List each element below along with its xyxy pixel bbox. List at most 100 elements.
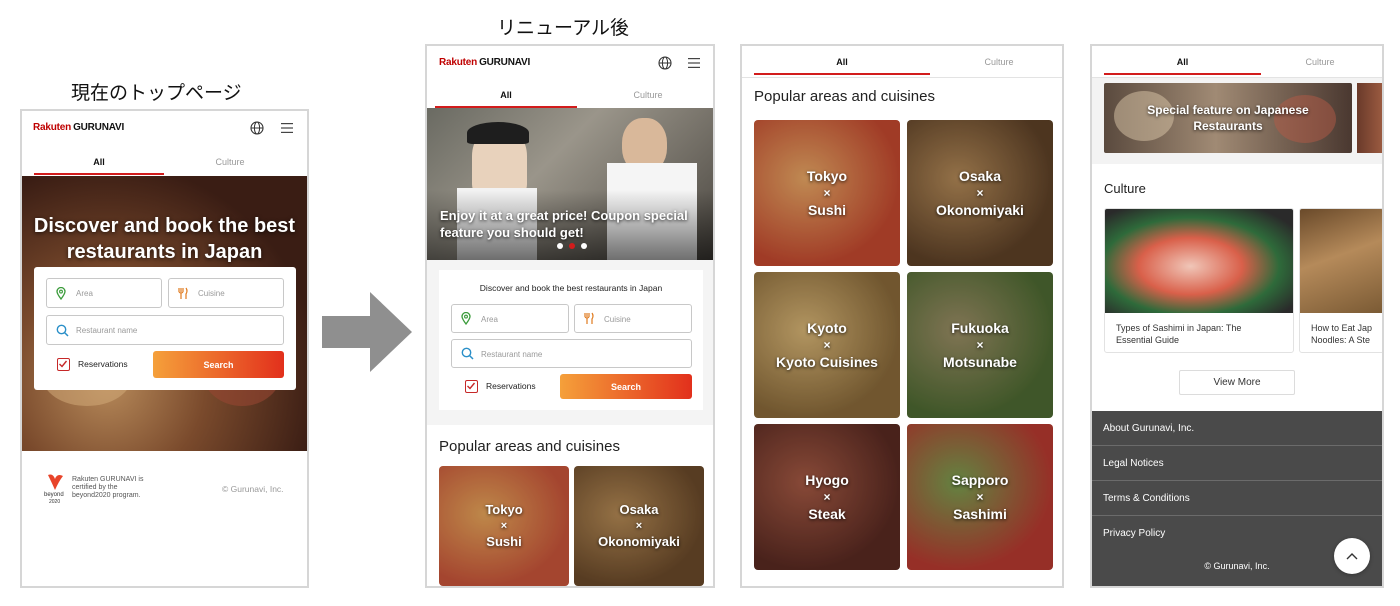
screen-renewal-top: Rakuten GURUNAVI All Culture Enjoy it at …: [425, 44, 715, 588]
search-icon: [461, 347, 474, 360]
tile-label: Tokyo × Sushi: [754, 168, 900, 219]
location-pin-icon: [461, 312, 471, 325]
tile-food: Okonomiyaki: [598, 534, 680, 549]
caption-renewal: リニューアル後: [497, 17, 630, 39]
menu-icon[interactable]: [688, 58, 700, 68]
tab-culture[interactable]: Culture: [577, 82, 713, 108]
tile-label: Hyogo × Steak: [754, 472, 900, 523]
hero-image: Discover and book the best restaurants i…: [22, 176, 307, 451]
beyond-year-text: 2020: [49, 499, 61, 505]
tab-all[interactable]: All: [435, 82, 577, 108]
caption-current-page: 現在のトップページ: [71, 82, 242, 104]
area-cuisine-tile[interactable]: Kyoto × Kyoto Cuisines: [754, 272, 900, 418]
beyond2020-logo: beyond 2020: [44, 473, 68, 505]
next-banner-peek[interactable]: [1357, 83, 1382, 153]
search-button[interactable]: Search: [560, 374, 692, 399]
culture-card[interactable]: Types of Sashimi in Japan: The Essential…: [1104, 208, 1294, 353]
tile-city: Kyoto: [807, 320, 847, 336]
tab-all[interactable]: All: [1104, 49, 1261, 75]
noodles-image: [1300, 209, 1382, 313]
transition-arrow-icon: [322, 292, 412, 372]
tile-sep: ×: [976, 186, 984, 200]
tile-food: Sushi: [486, 534, 522, 549]
coupon-banner[interactable]: Enjoy it at a great price! Coupon specia…: [427, 108, 713, 260]
hero-title: Discover and book the best restaurants i…: [33, 215, 296, 263]
tile-label: Sapporo × Sashimi: [907, 472, 1053, 523]
tile-label: Osaka × Okonomiyaki: [574, 502, 704, 550]
tile-food: Okonomiyaki: [936, 202, 1024, 218]
tile-sep: ×: [976, 338, 984, 352]
search-card: Discover and book the best restaurants i…: [439, 270, 703, 410]
restaurant-name-input[interactable]: Restaurant name: [46, 315, 284, 345]
area-cuisine-tile[interactable]: Tokyo × Sushi: [754, 120, 900, 266]
tile-food: Motsunabe: [943, 354, 1017, 370]
screen-culture-footer: All Culture Special feature on Japanese …: [1090, 44, 1384, 588]
footer-link-legal[interactable]: Legal Notices: [1092, 446, 1382, 481]
search-button[interactable]: Search: [153, 351, 284, 378]
area-cuisine-tile[interactable]: Tokyo × Sushi: [439, 466, 569, 586]
tile-label: Tokyo × Sushi: [439, 502, 569, 550]
search-heading: Discover and book the best restaurants i…: [479, 283, 663, 293]
area-cuisine-tile[interactable]: Sapporo × Sashimi: [907, 424, 1053, 570]
cuisine-input[interactable]: Cuisine: [574, 304, 692, 333]
tile-city: Osaka: [958, 168, 1002, 184]
area-cuisine-tile[interactable]: Osaka × Okonomiyaki: [907, 120, 1053, 266]
tab-culture[interactable]: Culture: [1261, 49, 1379, 75]
tile-sep: ×: [635, 520, 643, 532]
search-card: Area Cuisine Restaurant name Reservation…: [34, 267, 296, 390]
location-pin-icon: [56, 287, 66, 300]
cuisine-input[interactable]: Cuisine: [168, 278, 284, 308]
area-cuisine-tile[interactable]: Osaka × Okonomiyaki: [574, 466, 704, 586]
screen-current-top-page: Rakuten GURUNAVI All Culture Discover and…: [20, 109, 309, 588]
footer-link-about[interactable]: About Gurunavi, Inc.: [1092, 411, 1382, 446]
reservations-checkbox[interactable]: [465, 380, 478, 393]
special-feature-title: Special feature on Japanese Restaurants: [1147, 103, 1309, 133]
area-cuisine-tile[interactable]: Fukuoka × Motsunabe: [907, 272, 1053, 418]
carousel-dots[interactable]: [557, 243, 587, 251]
reservations-checkbox[interactable]: [57, 358, 70, 371]
tile-city: Tokyo: [806, 168, 848, 184]
back-to-top-button[interactable]: [1334, 538, 1370, 574]
tile-sep: ×: [823, 338, 831, 352]
tile-label: Osaka × Okonomiyaki: [907, 168, 1053, 219]
tile-label: Kyoto × Kyoto Cuisines: [754, 320, 900, 371]
culture-card[interactable]: How to Eat Jap Noodles: A Ste: [1299, 208, 1382, 353]
tab-all[interactable]: All: [754, 49, 930, 75]
search-icon: [56, 324, 69, 337]
restaurant-name-input[interactable]: Restaurant name: [451, 339, 692, 368]
area-cuisine-tile[interactable]: Hyogo × Steak: [754, 424, 900, 570]
tile-city: Hyogo: [805, 472, 849, 488]
tile-city: Sapporo: [951, 472, 1009, 488]
beyond2020-mark-icon: [48, 474, 63, 490]
tile-city: Fukuoka: [951, 320, 1009, 336]
globe-icon[interactable]: [250, 121, 264, 135]
culture-card-title: Types of Sashimi in Japan: The Essential…: [1116, 323, 1242, 345]
globe-icon[interactable]: [658, 56, 672, 70]
certification-text: Rakuten GURUNAVI is certified by the bey…: [72, 476, 144, 499]
view-more-button[interactable]: View More: [1179, 370, 1295, 395]
culture-card-title: How to Eat Jap Noodles: A Ste: [1311, 323, 1373, 345]
tile-food: Kyoto Cuisines: [776, 354, 878, 370]
culture-title: Culture: [1104, 181, 1146, 196]
area-input[interactable]: Area: [451, 304, 569, 333]
area-input[interactable]: Area: [46, 278, 162, 308]
copyright-text: © Gurunavi, Inc.: [222, 484, 284, 494]
tab-culture[interactable]: Culture: [930, 49, 1062, 75]
reservations-label: Reservations: [486, 381, 536, 391]
special-feature-banner[interactable]: Special feature on Japanese Restaurants: [1104, 83, 1352, 153]
screen-popular-areas: All Culture Popular areas and cuisines T…: [740, 44, 1064, 588]
tab-all[interactable]: All: [34, 149, 164, 175]
tile-food: Sashimi: [953, 506, 1007, 522]
tile-city: Osaka: [619, 502, 659, 517]
tile-sep: ×: [976, 490, 984, 504]
gurunavi-logo: Rakuten GURUNAVI: [33, 122, 125, 133]
tile-sep: ×: [823, 490, 831, 504]
tab-culture[interactable]: Culture: [165, 149, 295, 175]
menu-icon[interactable]: [281, 123, 293, 133]
tile-city: Tokyo: [485, 502, 523, 517]
tile-food: Steak: [808, 506, 846, 522]
footer-link-terms[interactable]: Terms & Conditions: [1092, 481, 1382, 516]
gurunavi-logo: Rakuten GURUNAVI: [439, 57, 531, 68]
fork-knife-icon: [584, 312, 594, 324]
popular-areas-title: Popular areas and cuisines: [439, 438, 620, 455]
